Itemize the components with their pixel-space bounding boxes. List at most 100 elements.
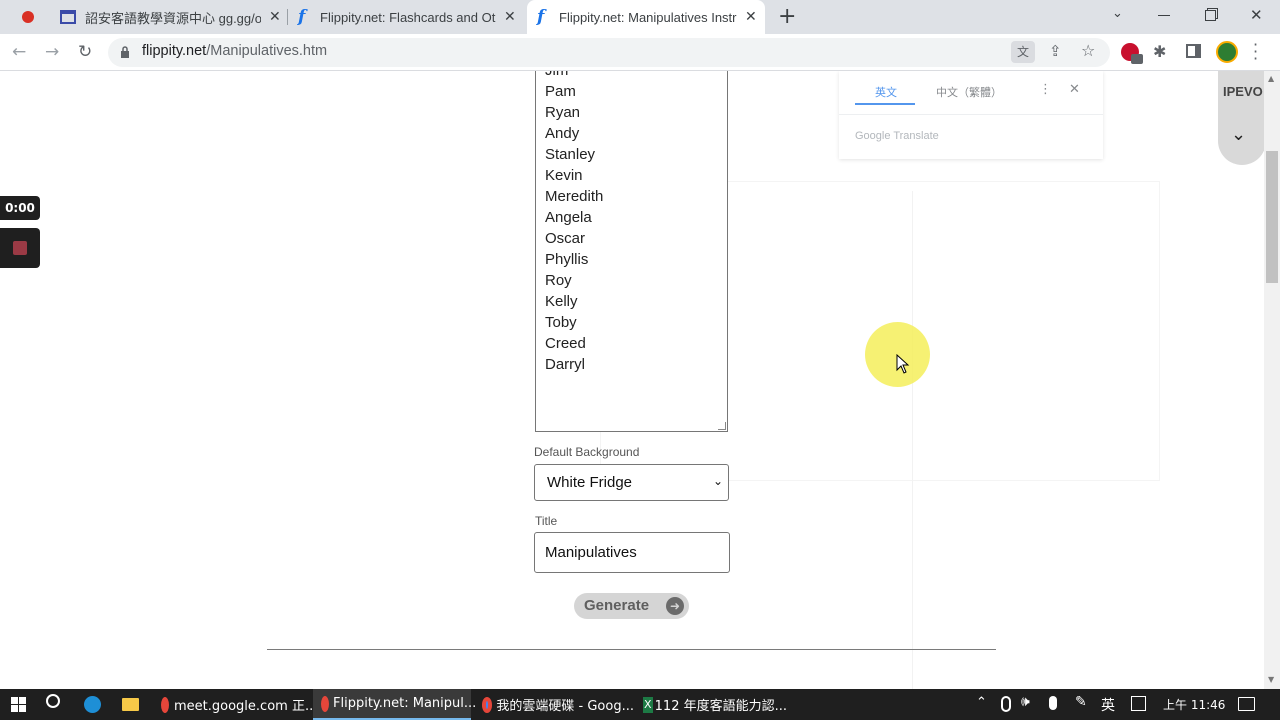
active-tab-underline: [855, 103, 915, 105]
names-textarea[interactable]: Jim Pam Ryan Andy Stanley Kevin Meredith…: [535, 71, 728, 432]
translate-icon[interactable]: 文: [1011, 41, 1035, 63]
system-clock[interactable]: 上午 11:46: [1163, 696, 1225, 713]
forward-icon[interactable]: →: [45, 42, 59, 62]
default-background-value: White Fridge: [547, 474, 633, 491]
adblock-badge: [1131, 54, 1143, 64]
more-options-icon[interactable]: ⋮: [1039, 82, 1052, 97]
scrollbar-thumb[interactable]: [1266, 151, 1278, 283]
flippity-icon: f: [537, 7, 545, 27]
share-icon[interactable]: ⇪: [1049, 42, 1062, 60]
divider: [839, 114, 1103, 115]
divider: [267, 649, 996, 650]
edge-icon[interactable]: [84, 696, 101, 713]
address-bar[interactable]: flippity.net/Manipulatives.htm 文 ⇪ ☆: [108, 38, 1110, 67]
side-panel-icon[interactable]: [1186, 44, 1201, 58]
back-icon[interactable]: ←: [12, 42, 26, 62]
taskbar-app-meet[interactable]: meet.google.com 正...: [155, 689, 317, 720]
ipevo-logo: IPEVO: [1223, 84, 1263, 99]
taskbar-app-flippity[interactable]: Flippity.net: Manipul...: [313, 689, 476, 720]
list-item: Darryl: [545, 356, 585, 373]
generate-button[interactable]: Generate ➜: [574, 593, 689, 619]
taskbar-app-label: 我的雲端硬碟 - Goog...: [496, 699, 634, 714]
url-host: flippity.net: [142, 43, 207, 59]
tab-search-icon[interactable]: ⌄: [1112, 6, 1123, 21]
volume-icon[interactable]: 🕪: [1021, 694, 1030, 710]
stop-icon: [13, 241, 27, 255]
list-item: Pam: [545, 83, 576, 100]
url-path: /Manipulatives.htm: [206, 43, 328, 59]
close-tab-icon[interactable]: ✕: [745, 9, 757, 25]
generate-button-label: Generate: [584, 597, 650, 614]
translate-tab-chinese[interactable]: 中文（繁體）: [936, 84, 1002, 100]
tab-resource-center[interactable]: 詔安客語教學資源中心 gg.gg/oi ✕: [52, 0, 286, 34]
recording-timer: 0:00: [0, 196, 40, 220]
windows-taskbar: meet.google.com 正... Flippity.net: Manip…: [0, 689, 1280, 720]
windows-start-icon[interactable]: [11, 697, 26, 712]
close-tab-icon[interactable]: ✕: [504, 9, 516, 25]
scroll-up-icon[interactable]: ▲: [1268, 74, 1274, 83]
chevron-down-icon[interactable]: ⌄: [1231, 124, 1246, 145]
page-scrollbar[interactable]: ▲ ▼: [1264, 71, 1280, 689]
file-explorer-icon[interactable]: [122, 698, 139, 711]
search-icon[interactable]: [46, 694, 60, 708]
menu-kebab-icon[interactable]: · · ·: [1253, 37, 1258, 67]
ime-mode-icon[interactable]: [1131, 696, 1146, 711]
tab-separator: [287, 9, 288, 25]
title-input-value: Manipulatives: [545, 544, 637, 561]
title-input[interactable]: Manipulatives: [534, 532, 730, 573]
calendar-icon: [60, 10, 76, 24]
list-item: Andy: [545, 125, 580, 142]
default-background-select[interactable]: White Fridge ⌄: [534, 464, 729, 501]
taskbar-app-label: 112 年度客語能力認...: [654, 699, 787, 714]
list-item: Roy: [545, 272, 572, 289]
scroll-down-icon[interactable]: ▼: [1268, 675, 1274, 684]
close-tab-icon[interactable]: ✕: [269, 9, 281, 25]
translate-tab-english[interactable]: 英文: [875, 84, 897, 100]
tab-flippity-manipulatives[interactable]: f Flippity.net: Manipulatives Instr ✕: [527, 0, 765, 34]
reload-icon[interactable]: ↻: [78, 42, 92, 62]
show-hidden-icons-icon[interactable]: ⌃: [976, 695, 987, 710]
microphone-icon[interactable]: [1049, 696, 1057, 710]
restore-icon[interactable]: [1205, 10, 1216, 21]
close-popup-icon[interactable]: ✕: [1069, 82, 1080, 97]
google-translate-brand: Google Translate: [855, 130, 939, 142]
taskbar-app-drive[interactable]: 我的雲端硬碟 - Goog...: [476, 689, 634, 720]
chrome-icon: [482, 696, 493, 713]
record-indicator-icon: [22, 11, 34, 23]
bookmark-star-icon[interactable]: ☆: [1081, 41, 1095, 60]
list-item: Stanley: [545, 146, 596, 163]
extensions-puzzle-icon[interactable]: ✱: [1153, 42, 1166, 61]
ime-language-indicator[interactable]: 英: [1101, 695, 1115, 715]
title-label: Title: [535, 514, 558, 528]
browser-toolbar: ← → ↻ flippity.net/Manipulatives.htm 文 ⇪…: [0, 34, 1280, 71]
page-content: Jim Pam Ryan Andy Stanley Kevin Meredith…: [0, 71, 1264, 689]
pen-icon[interactable]: ✎: [1075, 694, 1087, 710]
resize-grip-icon[interactable]: [718, 422, 726, 430]
list-item: Toby: [545, 314, 577, 331]
excel-icon: X: [643, 696, 653, 713]
stop-recording-button[interactable]: [0, 228, 40, 268]
notifications-icon[interactable]: [1238, 697, 1255, 711]
tab-title: Flippity.net: Manipulatives Instr: [559, 9, 737, 25]
arrow-right-circle-icon: ➜: [666, 597, 684, 615]
list-item: Creed: [545, 335, 586, 352]
minimize-icon[interactable]: [1158, 15, 1170, 16]
close-window-icon[interactable]: ✕: [1250, 6, 1263, 24]
tab-title: Flippity.net: Flashcards and Oth: [320, 9, 496, 25]
list-item: Jim: [545, 71, 568, 79]
tab-title: 詔安客語教學資源中心 gg.gg/oi: [85, 10, 261, 26]
list-item: Phyllis: [545, 251, 589, 268]
list-item: Meredith: [545, 188, 604, 205]
chevron-down-icon: ⌄: [713, 474, 724, 488]
new-tab-icon[interactable]: +: [778, 4, 796, 29]
background-decoration: [912, 191, 913, 689]
taskbar-app-excel[interactable]: X 112 年度客語能力認...: [637, 689, 787, 720]
taskbar-app-label: meet.google.com 正...: [174, 699, 318, 714]
tab-flippity-flashcards[interactable]: f Flippity.net: Flashcards and Oth ✕: [290, 0, 524, 34]
taskbar-app-label: Flippity.net: Manipul...: [333, 696, 477, 711]
profile-avatar[interactable]: [1216, 41, 1238, 63]
meet-mic-tray-icon[interactable]: [1001, 696, 1011, 712]
ipevo-widget[interactable]: IPEVO ⌄: [1218, 71, 1264, 165]
tab-strip: 詔安客語教學資源中心 gg.gg/oi ✕ f Flippity.net: Fl…: [0, 0, 1280, 34]
chrome-icon: [161, 696, 169, 713]
